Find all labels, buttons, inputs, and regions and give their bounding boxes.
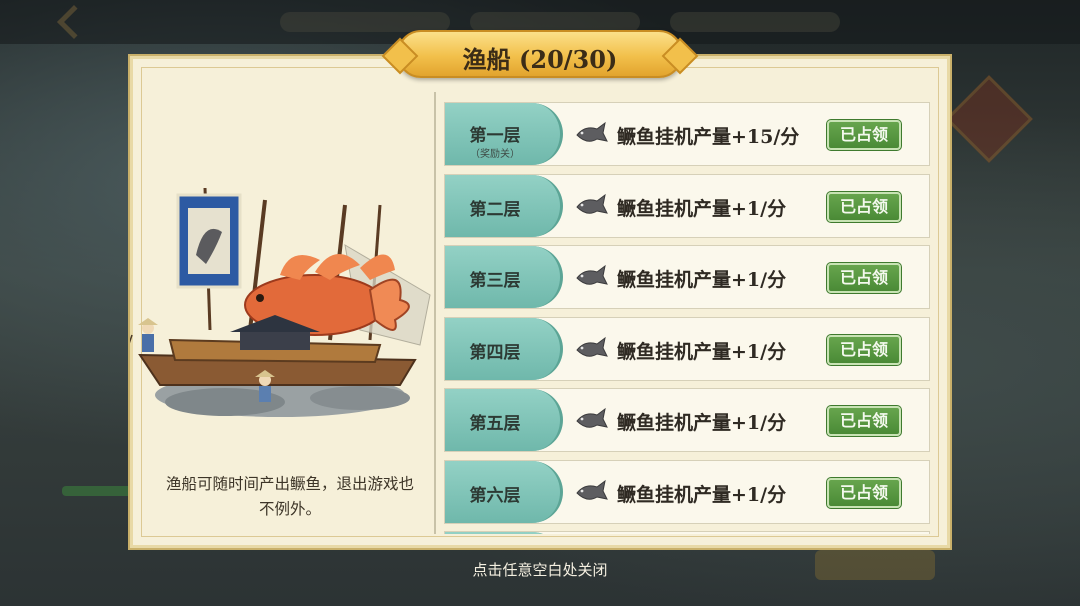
resource-bar (670, 12, 840, 32)
fishing-boat-illustration (130, 187, 431, 417)
floor-row[interactable]: 第五层 鳜鱼挂机产量+1/分 已占领 (444, 388, 930, 452)
floor-row[interactable]: 第二层 鳜鱼挂机产量+1/分 已占领 (444, 173, 930, 238)
occupied-badge[interactable]: 已占领 (826, 119, 902, 151)
close-hint-text: 点击任意空白处关闭 (472, 561, 608, 579)
fish-icon (575, 336, 609, 362)
floor-row[interactable]: 第三层 鳜鱼挂机产量+1/分 已占领 (444, 245, 930, 309)
fish-icon (575, 407, 609, 433)
floor-tag: 第四层 (445, 317, 563, 380)
floor-tag: 第六层 (445, 460, 563, 523)
floor-row[interactable]: 第一层 （奖励关） 鳜鱼挂机产量+15/分 已占领 (444, 102, 930, 166)
floor-tag: 第二层 (445, 174, 563, 237)
fish-icon (575, 479, 609, 505)
floor-tag (445, 532, 563, 534)
floor-subtitle: （奖励关） (470, 149, 520, 160)
occupied-badge[interactable]: 已占领 (826, 333, 902, 366)
floor-name: 第一层 (469, 126, 521, 146)
reward-text: 鳜鱼挂机产量+15/分 (617, 126, 800, 148)
background-progress (62, 486, 132, 496)
reward-text: 鳜鱼挂机产量+1/分 (617, 340, 787, 363)
floor-row[interactable]: 第六层 鳜鱼挂机产量+1/分 已占领 (444, 459, 930, 524)
floor-name: 第五层 (469, 414, 521, 434)
occupied-badge[interactable]: 已占领 (826, 405, 902, 437)
occupied-badge[interactable]: 已占领 (826, 476, 902, 509)
resource-bar (470, 12, 640, 32)
floor-name: 第四层 (469, 342, 521, 363)
floor-list[interactable]: 第一层 （奖励关） 鳜鱼挂机产量+15/分 已占领 第二层 鳜鱼挂机产量+1/分 已占领 第三… (434, 92, 934, 534)
panel-title: 渔船 (20/30) (462, 45, 618, 74)
reward-text: 鳜鱼挂机产量+1/分 (617, 197, 787, 220)
occupied-badge[interactable]: 已占领 (826, 262, 902, 294)
occupied-badge[interactable]: 已占领 (826, 190, 902, 223)
fish-icon (575, 264, 609, 290)
title-plate: 渔船 (20/30) (397, 30, 683, 78)
description-text: 渔船可随时间产出鳜鱼，退出游戏也不例外。 (165, 475, 414, 518)
resource-bar (280, 12, 450, 32)
floor-name: 第六层 (469, 485, 521, 506)
floor-row-partial (444, 531, 930, 534)
reward-text: 鳜鱼挂机产量+1/分 (617, 269, 787, 291)
floor-row[interactable]: 第四层 鳜鱼挂机产量+1/分 已占领 (444, 316, 930, 381)
floor-tag: 第三层 (445, 246, 563, 308)
floor-name: 第三层 (469, 271, 521, 291)
floor-name: 第二层 (469, 199, 521, 220)
floor-tag: 第一层 （奖励关） (445, 103, 563, 165)
close-hint: 点击任意空白处关闭 (0, 559, 1080, 580)
reward-text: 鳜鱼挂机产量+1/分 (617, 483, 787, 506)
fish-icon (575, 193, 609, 219)
floor-tag: 第五层 (445, 389, 563, 451)
reward-text: 鳜鱼挂机产量+1/分 (617, 412, 787, 434)
fish-icon (575, 121, 609, 147)
back-arrow-icon (57, 5, 91, 39)
